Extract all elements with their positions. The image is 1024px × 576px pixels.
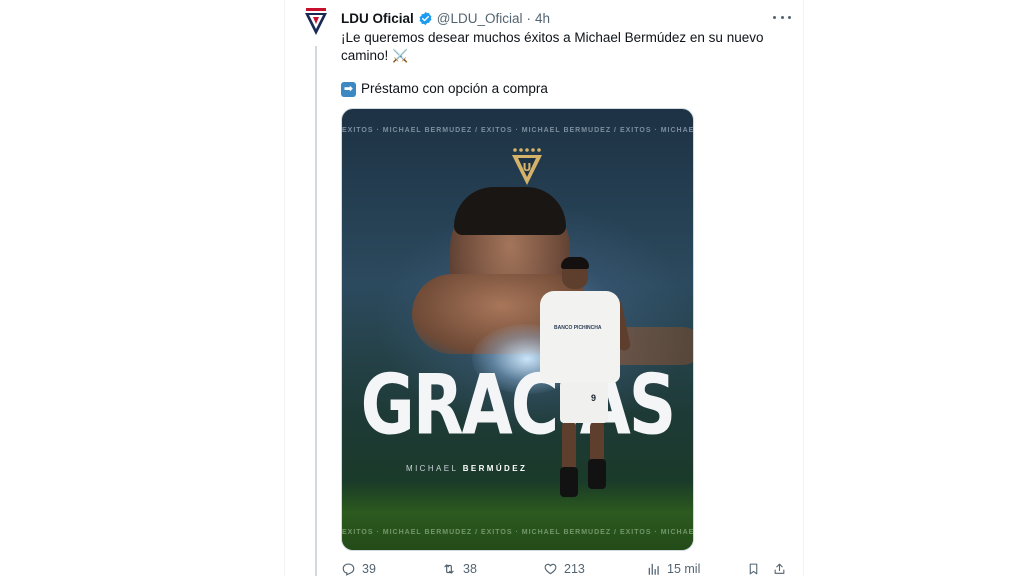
bookmark-button[interactable]: [747, 562, 760, 576]
share-button[interactable]: [773, 562, 786, 576]
repost-icon: [444, 564, 454, 574]
tweet-text: ¡Le queremos desear muchos éxitos a Mich…: [341, 29, 771, 65]
player-name-caption: MICHAEL BERMÚDEZ: [406, 464, 527, 473]
pitch: [342, 481, 693, 550]
like-icon: [544, 563, 557, 575]
more-icon[interactable]: [773, 10, 791, 24]
reply-icon: [342, 563, 355, 576]
repost-button[interactable]: 38: [441, 562, 477, 576]
jersey-number: 9: [591, 393, 597, 403]
background-hair: [454, 187, 566, 235]
reply-button[interactable]: 39: [341, 562, 376, 576]
avatar[interactable]: [300, 8, 332, 40]
svg-text:U: U: [523, 161, 532, 174]
like-button[interactable]: 213: [543, 562, 585, 576]
player-last-name: BERMÚDEZ: [462, 464, 528, 473]
author-handle[interactable]: @LDU_Oficial: [437, 11, 523, 26]
loan-text: Préstamo con opción a compra: [361, 81, 548, 96]
jersey-sponsor: BANCO PICHINCHA: [554, 325, 602, 331]
verified-badge-icon: [419, 11, 432, 25]
repost-count: 38: [463, 562, 477, 576]
like-count: 213: [564, 562, 585, 576]
reply-count: 39: [362, 562, 376, 576]
tweet-media-image[interactable]: ÉXITOS · MICHAEL BERMÚDEZ / ÉXITOS · MIC…: [341, 108, 694, 551]
views-icon: [648, 563, 659, 575]
bookmark-icon: [749, 563, 758, 575]
views-button[interactable]: 15 mil: [647, 562, 700, 576]
author-name[interactable]: LDU Oficial: [341, 11, 414, 26]
player-first-name: MICHAEL: [406, 464, 459, 473]
right-arrow-icon: ➡: [341, 81, 356, 97]
ldu-gold-crest-icon: U: [512, 148, 542, 185]
tweet-actions: 39 38 213 15 mil: [341, 560, 791, 576]
ldu-crest-icon: [305, 8, 327, 35]
media-ticker-bottom: ÉXITOS · MICHAEL BERMÚDEZ / ÉXITOS · MIC…: [342, 529, 693, 536]
thread-line: [315, 46, 317, 576]
timestamp[interactable]: 4h: [535, 11, 550, 26]
swords-emoji: ⚔️: [392, 48, 409, 63]
views-count: 15 mil: [667, 562, 701, 576]
headline-gracias: GRACIAS: [360, 357, 677, 454]
share-icon: [774, 563, 785, 574]
tweet-header: LDU Oficial @LDU_Oficial · 4h: [341, 9, 550, 27]
tweet-text-line2: ➡ Préstamo con opción a compra: [341, 80, 548, 98]
media-ticker-top: ÉXITOS · MICHAEL BERMÚDEZ / ÉXITOS · MIC…: [342, 127, 693, 134]
player-figure: 9 BANCO PICHINCHA: [540, 257, 632, 519]
separator-dot: ·: [526, 10, 532, 26]
